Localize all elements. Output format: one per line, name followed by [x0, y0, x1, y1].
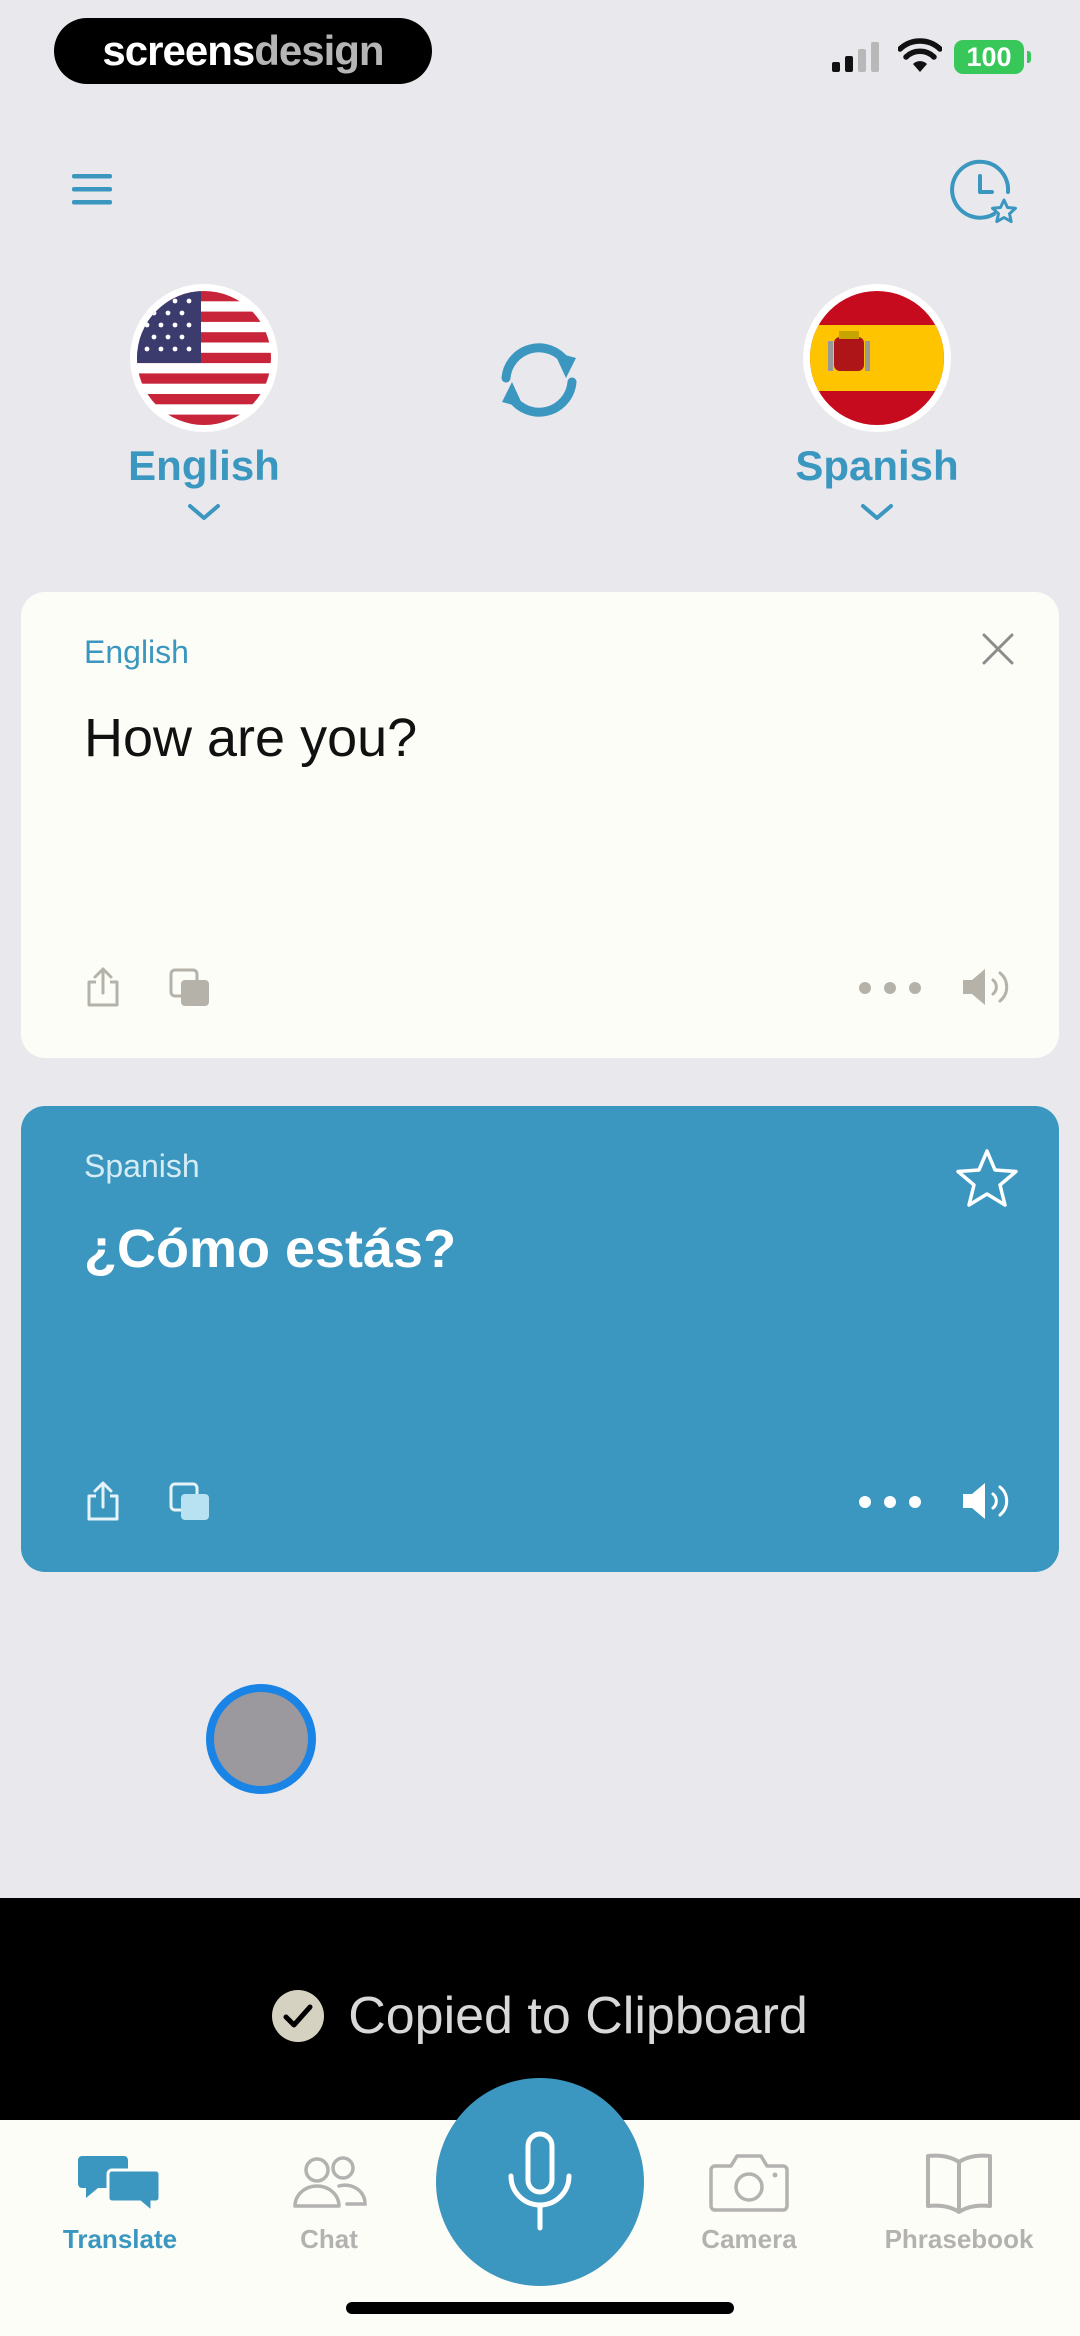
home-indicator	[346, 2302, 734, 2314]
us-flag-button[interactable]	[130, 284, 278, 432]
copy-icon[interactable]	[169, 968, 211, 1008]
checkmark-icon	[272, 1990, 325, 2042]
tab-camera[interactable]: Camera	[644, 2150, 854, 2255]
source-text[interactable]: How are you?	[84, 707, 417, 769]
swap-languages-icon[interactable]	[492, 338, 586, 422]
translated-text: ¿Cómo estás?	[84, 1219, 457, 1279]
chat-bubbles-icon	[78, 2156, 162, 2214]
microphone-icon	[508, 2131, 572, 2231]
source-language-selector[interactable]: English	[74, 442, 334, 490]
source-card-language: English	[84, 634, 189, 670]
tab-phrasebook-label: Phrasebook	[884, 2224, 1034, 2254]
screensdesign-badge: screens design	[54, 18, 432, 84]
wifi-icon	[898, 38, 942, 72]
people-icon	[293, 2156, 367, 2208]
speaker-icon[interactable]	[961, 1480, 1015, 1522]
spain-flag-icon	[810, 291, 944, 425]
tab-phrasebook[interactable]: Phrasebook	[854, 2150, 1064, 2255]
source-text-card[interactable]: English How are you?	[21, 592, 1059, 1058]
tab-chat[interactable]: Chat	[224, 2150, 434, 2255]
copy-icon[interactable]	[169, 1482, 211, 1522]
target-language-selector[interactable]: Spanish	[747, 442, 1007, 490]
camera-icon	[709, 2154, 789, 2212]
tab-camera-label: Camera	[701, 2224, 797, 2254]
more-options-icon[interactable]	[857, 1494, 923, 1510]
chevron-down-icon[interactable]	[860, 502, 894, 522]
spain-flag-button[interactable]	[803, 284, 951, 432]
translation-card[interactable]: Spanish ¿Cómo estás?	[21, 1106, 1059, 1572]
cellular-signal-icon	[832, 42, 879, 72]
touch-indicator	[206, 1684, 316, 1794]
battery-indicator: 100	[954, 40, 1031, 74]
microphone-button[interactable]	[436, 2078, 644, 2286]
brand-text-screens: screens	[102, 27, 255, 74]
brand-text-design: design	[254, 27, 384, 74]
tab-chat-label: Chat	[300, 2224, 358, 2254]
more-options-icon[interactable]	[857, 980, 923, 996]
share-icon[interactable]	[85, 966, 121, 1008]
toast-message: Copied to Clipboard	[348, 1987, 808, 2045]
speaker-icon[interactable]	[961, 966, 1015, 1008]
book-icon	[926, 2153, 992, 2214]
us-flag-icon	[137, 291, 271, 425]
tab-translate-label: Translate	[62, 2224, 178, 2254]
history-favorites-icon[interactable]	[948, 156, 1020, 228]
close-icon[interactable]	[981, 632, 1015, 666]
translation-card-language: Spanish	[84, 1148, 200, 1184]
menu-icon[interactable]	[70, 170, 118, 210]
share-icon[interactable]	[85, 1480, 121, 1522]
tab-translate[interactable]: Translate	[15, 2150, 225, 2255]
star-icon[interactable]	[955, 1148, 1019, 1208]
chevron-down-icon[interactable]	[187, 502, 221, 522]
